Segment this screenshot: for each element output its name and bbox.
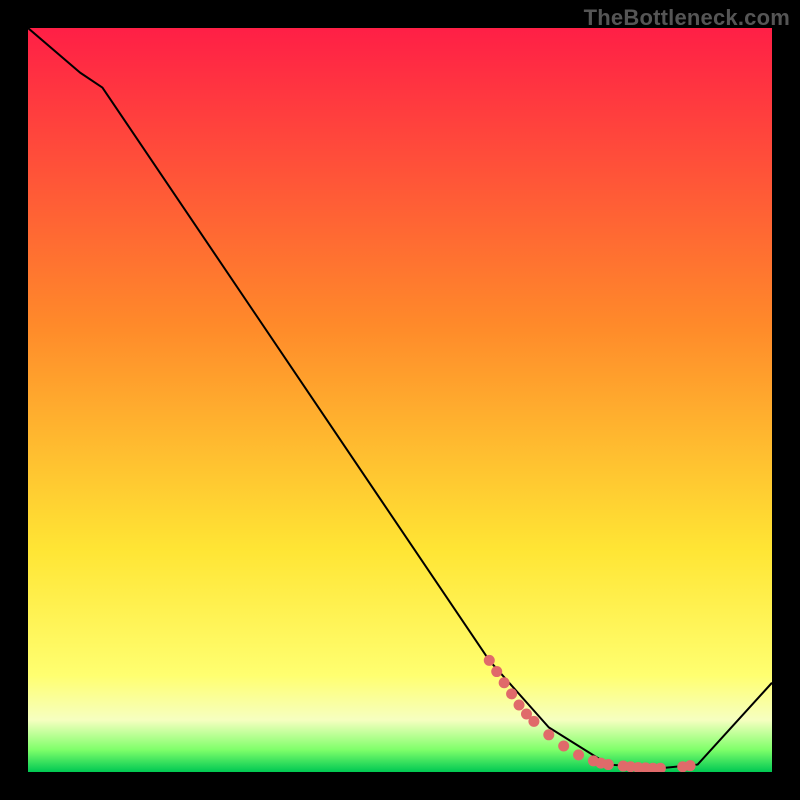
- highlight-dot: [573, 749, 584, 760]
- chart-frame: TheBottleneck.com: [0, 0, 800, 800]
- highlight-dot: [484, 655, 495, 666]
- highlight-dot: [603, 759, 614, 770]
- plot-area: [28, 28, 772, 772]
- highlight-dot: [499, 677, 510, 688]
- highlight-dot: [558, 740, 569, 751]
- highlight-dot: [514, 700, 525, 711]
- highlight-dot: [685, 760, 696, 771]
- gradient-background: [28, 28, 772, 772]
- highlight-dot: [528, 716, 539, 727]
- highlight-dot: [491, 666, 502, 677]
- chart-svg: [28, 28, 772, 772]
- highlight-dot: [506, 688, 517, 699]
- watermark-label: TheBottleneck.com: [584, 5, 790, 31]
- highlight-dot: [543, 729, 554, 740]
